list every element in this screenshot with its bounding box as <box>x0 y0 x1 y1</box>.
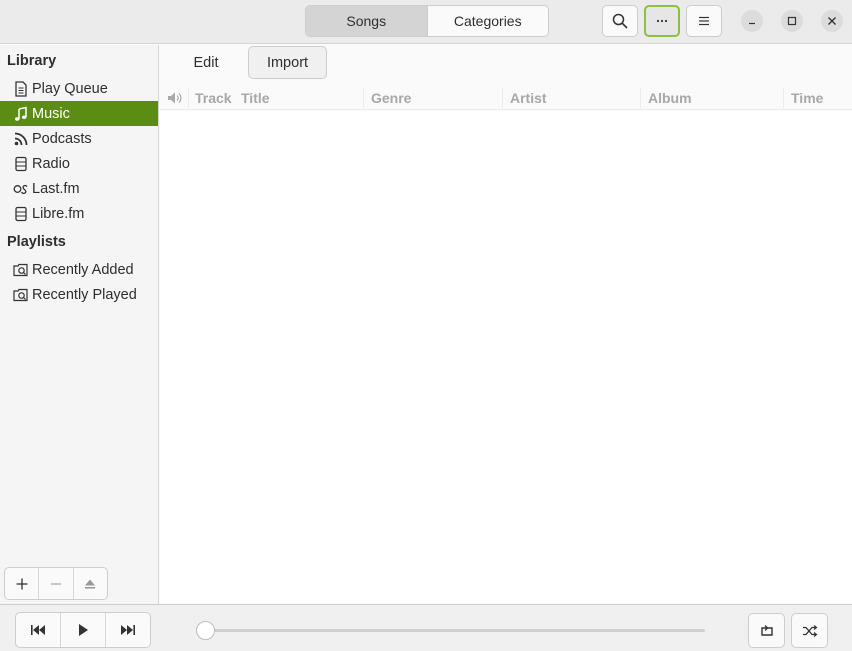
eject-button[interactable] <box>72 568 107 599</box>
menu-button[interactable] <box>686 5 722 37</box>
radio-icon <box>13 156 29 172</box>
volume-column-header[interactable] <box>167 86 183 110</box>
seek-handle[interactable] <box>196 621 215 640</box>
column-title[interactable]: Title <box>241 86 270 110</box>
sidebar-item-music[interactable]: Music <box>0 101 158 126</box>
column-separator <box>640 88 641 108</box>
smart-playlist-icon <box>13 287 29 303</box>
rss-icon <box>13 131 29 147</box>
sidebar-item-label: Libre.fm <box>32 205 85 222</box>
sidebar-item-label: Radio <box>32 155 70 172</box>
tab-categories[interactable]: Categories <box>426 6 549 36</box>
shuffle-icon <box>802 624 817 637</box>
sidebar: Library Play Queue Music Podcasts Radio … <box>0 45 159 604</box>
sidebar-item-label: Podcasts <box>32 130 92 147</box>
column-time[interactable]: Time <box>791 86 823 110</box>
radio-icon <box>13 206 29 222</box>
maximize-icon <box>787 16 797 26</box>
search-icon <box>612 13 628 29</box>
play-icon <box>79 624 88 636</box>
close-button[interactable] <box>821 10 843 32</box>
minimize-button[interactable] <box>741 10 763 32</box>
search-button[interactable] <box>602 5 638 37</box>
view-switcher: Songs Categories <box>305 5 549 37</box>
library-heading: Library <box>7 53 57 69</box>
smart-playlist-icon <box>13 262 29 278</box>
import-button[interactable]: Import <box>248 46 327 79</box>
sidebar-item-lastfm[interactable]: Last.fm <box>0 176 158 201</box>
column-album[interactable]: Album <box>648 86 692 110</box>
playlists-heading: Playlists <box>7 234 66 250</box>
sidebar-item-librefm[interactable]: Libre.fm <box>0 201 158 226</box>
remove-icon <box>50 582 61 585</box>
more-icon <box>656 19 668 23</box>
sidebar-item-label: Last.fm <box>32 180 80 197</box>
more-button[interactable] <box>644 5 680 37</box>
column-separator <box>783 88 784 108</box>
repeat-icon <box>760 624 773 636</box>
tab-songs[interactable]: Songs <box>306 6 427 36</box>
transport-controls <box>15 612 151 648</box>
add-playlist-button[interactable] <box>5 568 38 599</box>
repeat-button[interactable] <box>748 613 785 648</box>
playlist-actions <box>4 567 108 600</box>
eject-icon <box>85 579 96 589</box>
sidebar-item-play-queue[interactable]: Play Queue <box>0 76 158 101</box>
sidebar-item-label: Music <box>32 105 70 122</box>
column-separator <box>502 88 503 108</box>
column-artist[interactable]: Artist <box>510 86 547 110</box>
next-button[interactable] <box>105 613 150 647</box>
column-track[interactable]: Track <box>195 86 232 110</box>
add-icon <box>16 578 28 589</box>
close-icon <box>828 17 836 25</box>
remove-playlist-button[interactable] <box>38 568 72 599</box>
speaker-icon <box>168 92 182 104</box>
header-bar: Songs Categories <box>0 0 852 44</box>
sidebar-item-recently-played[interactable]: Recently Played <box>0 282 158 307</box>
column-header-row: Track Title Genre Artist Album Time <box>160 86 852 110</box>
play-button[interactable] <box>60 613 105 647</box>
next-icon <box>121 625 135 635</box>
minimize-icon <box>749 22 755 25</box>
music-note-icon <box>13 106 29 122</box>
sidebar-item-podcasts[interactable]: Podcasts <box>0 126 158 151</box>
player-bar <box>0 604 852 651</box>
menu-icon <box>699 16 709 26</box>
previous-button[interactable] <box>16 613 60 647</box>
edit-button[interactable]: Edit <box>180 46 232 79</box>
song-list[interactable] <box>160 111 852 604</box>
column-genre[interactable]: Genre <box>371 86 411 110</box>
document-icon <box>13 80 29 97</box>
shuffle-button[interactable] <box>791 613 828 648</box>
sidebar-item-recently-added[interactable]: Recently Added <box>0 257 158 282</box>
column-separator <box>363 88 364 108</box>
seek-bar[interactable] <box>205 629 705 632</box>
previous-icon <box>31 625 45 635</box>
sidebar-item-radio[interactable]: Radio <box>0 151 158 176</box>
column-separator <box>188 88 189 108</box>
maximize-button[interactable] <box>781 10 803 32</box>
lastfm-icon <box>13 181 29 197</box>
sidebar-item-label: Play Queue <box>32 80 108 97</box>
sidebar-item-label: Recently Added <box>32 261 134 278</box>
sidebar-item-label: Recently Played <box>32 286 137 303</box>
